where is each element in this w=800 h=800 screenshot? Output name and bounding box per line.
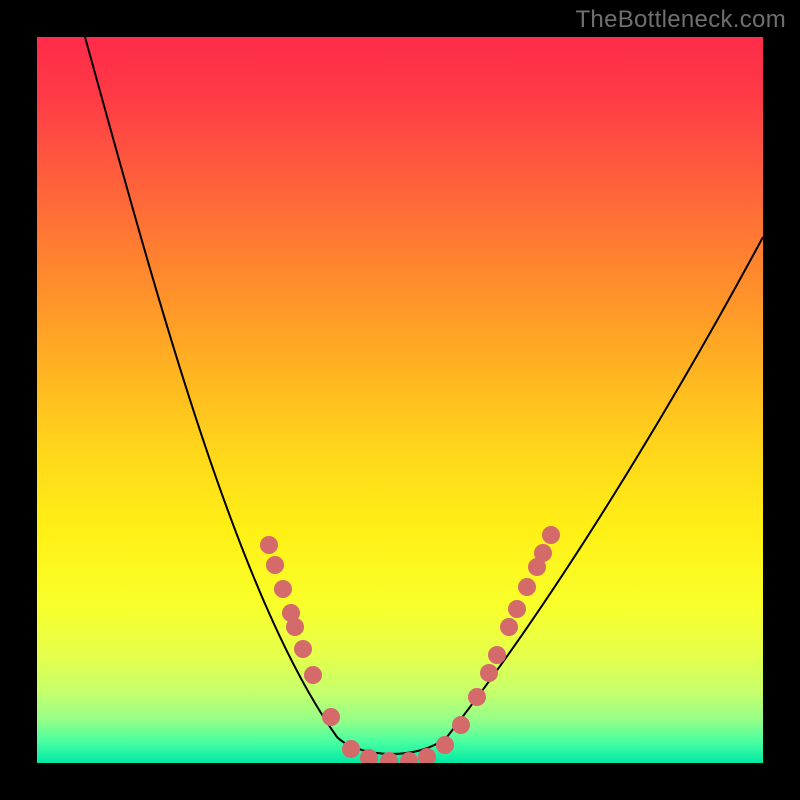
curve-marker — [266, 556, 284, 574]
curve-marker — [488, 646, 506, 664]
curve-marker — [322, 708, 340, 726]
curve-marker — [342, 740, 360, 758]
watermark-text: TheBottleneck.com — [575, 6, 786, 34]
curve-marker — [508, 600, 526, 618]
curve-marker — [518, 578, 536, 596]
bottleneck-curve-svg — [37, 37, 763, 763]
curve-marker — [274, 580, 292, 598]
curve-marker — [286, 618, 304, 636]
curve-marker — [534, 544, 552, 562]
curve-marker — [294, 640, 312, 658]
curve-marker — [468, 688, 486, 706]
curve-marker — [436, 736, 454, 754]
bottleneck-curve-path — [85, 37, 763, 754]
curve-marker — [480, 664, 498, 682]
chart-plot-area — [37, 37, 763, 763]
curve-marker — [304, 666, 322, 684]
curve-marker — [500, 618, 518, 636]
curve-marker — [452, 716, 470, 734]
curve-marker — [260, 536, 278, 554]
chart-frame: TheBottleneck.com — [0, 0, 800, 800]
curve-marker — [542, 526, 560, 544]
